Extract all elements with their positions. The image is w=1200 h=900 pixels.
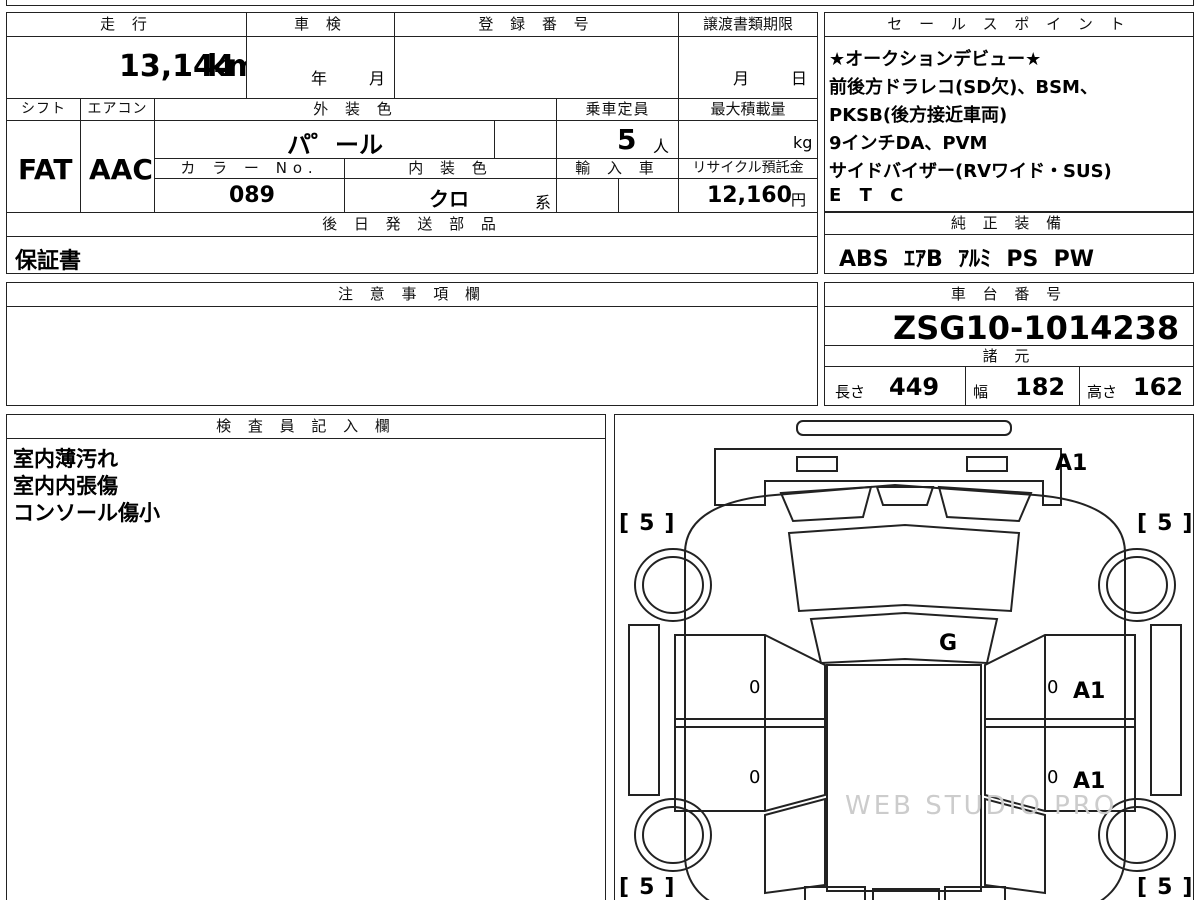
mark-right-front-door: A1 xyxy=(1073,679,1106,704)
import-cell-a xyxy=(557,179,619,213)
specs-header: 諸 元 xyxy=(825,345,1193,367)
color-no-header: カ ラ ー No. xyxy=(155,159,345,179)
mark-left-rear-zero: 0 xyxy=(749,767,761,788)
mark-windshield: G xyxy=(939,631,958,656)
transfer-cell: 月 日 xyxy=(679,37,817,99)
height-value: 162 xyxy=(1133,373,1184,401)
shift-cell: FAT xyxy=(7,121,81,213)
top-cut-row xyxy=(6,0,1194,6)
recycle-unit: 円 xyxy=(791,191,807,209)
mark-right-front-zero: 0 xyxy=(1047,677,1059,698)
tire-rear-left-value: 5 xyxy=(639,875,659,900)
inspector-line-3: コンソール傷小 xyxy=(13,501,160,525)
exterior-extra-cell xyxy=(495,121,557,159)
ac-cell: AAC xyxy=(81,121,155,213)
length-label: 長さ xyxy=(835,383,866,401)
specs-divider-1 xyxy=(965,367,966,405)
exterior-cell: パ゜ール xyxy=(155,121,495,159)
load-unit: kg xyxy=(793,133,813,152)
interior-cell: クロ 系 xyxy=(345,179,557,213)
transfer-month: 月 xyxy=(733,69,750,88)
import-cell-b xyxy=(619,179,679,213)
inspector-line-2: 室内内張傷 xyxy=(13,474,118,498)
tire-front-right-value: 5 xyxy=(1157,511,1177,536)
color-no-value: 089 xyxy=(229,183,275,208)
sales-line-6: E T C xyxy=(829,185,910,206)
damage-diagram: [5] [5] [5] [5] A1 G A1 A1 0 0 0 0 WEB S… xyxy=(614,414,1194,900)
inspection-cell: 年 月 xyxy=(247,37,395,99)
import-header: 輸 入 車 xyxy=(557,159,679,179)
recycle-cell: 12,160 円 xyxy=(679,179,817,213)
sales-line-5: サイドバイザー(RVワイド・SUS) xyxy=(829,161,1112,182)
equipment-box: 純 正 装 備 ABS ｴｱB ｱﾙﾐ PS PW xyxy=(824,212,1194,274)
sales-points-header: セ ー ル ス ポ イ ン ト xyxy=(825,13,1193,37)
ac-value: AAC xyxy=(89,153,153,186)
transfer-day: 日 xyxy=(791,69,808,88)
tire-rear-right: [5] xyxy=(1137,875,1193,900)
width-label: 幅 xyxy=(973,383,989,401)
interior-header: 内 装 色 xyxy=(345,159,557,179)
later-parts-header: 後 日 発 送 部 品 xyxy=(7,213,817,237)
sales-line-2: 前後方ドラレコ(SD欠)、BSM、 xyxy=(829,77,1098,98)
color-no-cell: 089 xyxy=(155,179,345,213)
interior-value: クロ xyxy=(429,187,469,211)
sales-line-3: PKSB(後方接近車両) xyxy=(829,105,1008,126)
vehicle-info-table: 走 行 車 検 登 録 番 号 譲渡書類期限 13,144 km 年 月 月 日… xyxy=(6,12,818,274)
sales-points-box: セ ー ル ス ポ イ ン ト ★オークションデビュー★ 前後方ドラレコ(SD欠… xyxy=(824,12,1194,212)
equipment-value: ABS ｴｱB ｱﾙﾐ PS PW xyxy=(839,247,1095,272)
inspector-line-1: 室内薄汚れ xyxy=(13,447,118,471)
inspection-header: 車 検 xyxy=(247,13,395,37)
load-cell: kg xyxy=(679,121,817,159)
car-outline-svg xyxy=(628,420,1182,900)
inspector-box: 検 査 員 記 入 欄 室内薄汚れ 室内内張傷 コンソール傷小 xyxy=(6,414,606,900)
sales-line-4: 9インチDA、PVM xyxy=(829,133,988,154)
mileage-unit: km xyxy=(207,49,246,84)
length-value: 449 xyxy=(889,373,940,401)
load-header: 最大積載量 xyxy=(679,99,817,121)
width-value: 182 xyxy=(1015,373,1066,401)
exterior-value: パ゜ール xyxy=(287,131,383,159)
registration-cell xyxy=(395,37,679,99)
capacity-unit: 人 xyxy=(653,137,670,156)
chassis-value: ZSG10-1014238 xyxy=(893,309,1180,347)
capacity-value: 5 xyxy=(617,123,637,156)
mileage-cell: 13,144 km xyxy=(7,37,247,99)
notes-header: 注 意 事 項 欄 xyxy=(7,283,817,307)
transfer-header: 譲渡書類期限 xyxy=(679,13,817,37)
ac-header: エアコン xyxy=(81,99,155,121)
mileage-header: 走 行 xyxy=(7,13,247,37)
chassis-box: 車 台 番 号 ZSG10-1014238 諸 元 長さ 449 幅 182 高… xyxy=(824,282,1194,406)
interior-suffix: 系 xyxy=(535,193,552,212)
mark-right-rear-zero: 0 xyxy=(1047,767,1059,788)
tire-rear-right-value: 5 xyxy=(1157,875,1177,900)
mark-left-front-zero: 0 xyxy=(749,677,761,698)
tire-front-left-value: 5 xyxy=(639,511,659,536)
capacity-cell: 5 人 xyxy=(557,121,679,159)
mark-rear: A1 xyxy=(1055,451,1088,476)
equipment-header: 純 正 装 備 xyxy=(825,213,1193,235)
exterior-header: 外 装 色 xyxy=(155,99,557,121)
height-label: 高さ xyxy=(1087,383,1118,401)
sales-line-1: ★オークションデビュー★ xyxy=(829,49,1042,70)
tire-rear-left: [5] xyxy=(619,875,679,900)
watermark: WEB STUDIO PRO xyxy=(845,791,1118,821)
capacity-header: 乗車定員 xyxy=(557,99,679,121)
recycle-value: 12,160 xyxy=(707,183,792,208)
shift-header: シフト xyxy=(7,99,81,121)
inspector-header: 検 査 員 記 入 欄 xyxy=(7,415,605,439)
specs-divider-2 xyxy=(1079,367,1080,405)
chassis-header: 車 台 番 号 xyxy=(825,283,1193,307)
notes-box: 注 意 事 項 欄 xyxy=(6,282,818,406)
tire-front-right: [5] xyxy=(1137,511,1193,536)
recycle-header: リサイクル預託金 xyxy=(679,159,817,179)
inspection-year: 年 xyxy=(311,69,328,88)
later-parts-value: 保証書 xyxy=(15,249,82,274)
shift-value: FAT xyxy=(18,153,73,186)
registration-header: 登 録 番 号 xyxy=(395,13,679,37)
inspection-month: 月 xyxy=(369,69,386,88)
tire-front-left: [5] xyxy=(619,511,679,536)
